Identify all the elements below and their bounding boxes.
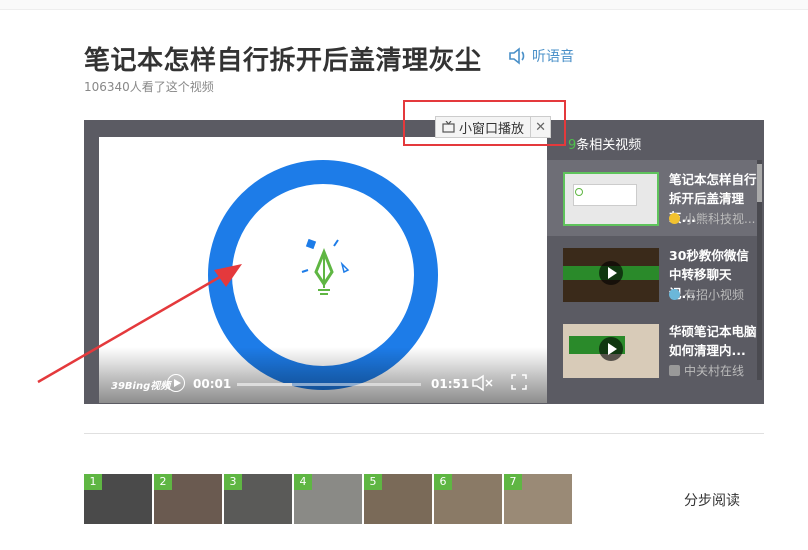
related-item-source: 小熊科技视... <box>669 210 755 227</box>
source-logo-icon <box>669 365 680 376</box>
play-button[interactable] <box>167 374 185 392</box>
annotation-box <box>403 100 566 146</box>
related-item[interactable]: 华硕笔记本电脑如何清理内... 中关村在线 <box>547 312 759 380</box>
related-thumbnail <box>563 172 659 226</box>
related-item-source-label: 中关村在线 <box>684 364 745 378</box>
fullscreen-icon[interactable] <box>511 374 527 390</box>
volume-icon[interactable] <box>471 374 495 392</box>
scrollbar-thumb[interactable] <box>757 164 762 202</box>
related-videos-header: 9条相关视频 <box>568 134 641 153</box>
related-item-title: 华硕笔记本电脑如何清理内... <box>669 324 757 358</box>
related-list: 笔记本怎样自行拆开后盖清理灰... 小熊科技视... 30秒教你微信中转移聊天记… <box>547 160 759 380</box>
step-number: 5 <box>364 474 382 490</box>
step-thumbnail[interactable]: 2 <box>154 474 222 524</box>
player-logo: 39Bing视频 <box>111 381 171 392</box>
related-item-source: 有招小视频 <box>669 286 744 303</box>
step-read-button[interactable]: 分步阅读 <box>684 490 740 510</box>
player-controls: 39Bing视频 00:01 01:51 <box>99 347 547 403</box>
speaker-icon <box>509 47 525 65</box>
related-item-source-label: 小熊科技视... <box>684 212 756 226</box>
top-border <box>0 0 808 10</box>
total-time: 01:51 <box>431 377 470 391</box>
related-item[interactable]: 30秒教你微信中转移聊天记... 有招小视频 <box>547 236 759 312</box>
step-thumbnail[interactable]: 6 <box>434 474 502 524</box>
step-thumbnail[interactable]: 4 <box>294 474 362 524</box>
related-title-text: 条相关视频 <box>576 138 642 153</box>
listen-button[interactable]: 听语音 <box>508 46 574 66</box>
progress-bar[interactable] <box>237 383 421 386</box>
step-thumbnail[interactable]: 5 <box>364 474 432 524</box>
related-scrollbar[interactable] <box>757 160 762 380</box>
video-frame[interactable]: 39Bing视频 00:01 01:51 <box>99 137 547 403</box>
progress-fill <box>237 383 293 386</box>
step-number: 6 <box>434 474 452 490</box>
step-number: 2 <box>154 474 172 490</box>
related-item[interactable]: 笔记本怎样自行拆开后盖清理灰... 小熊科技视... <box>547 160 759 236</box>
step-number: 3 <box>224 474 242 490</box>
related-thumbnail <box>563 248 659 302</box>
listen-label: 听语音 <box>532 49 574 65</box>
step-thumbnail[interactable]: 7 <box>504 474 572 524</box>
related-thumbnail <box>563 324 659 378</box>
page-title: 笔记本怎样自行拆开后盖清理灰尘 <box>84 46 482 76</box>
view-count: 106340人看了这个视频 <box>84 80 214 94</box>
step-thumbnail[interactable]: 3 <box>224 474 292 524</box>
divider <box>84 433 764 434</box>
lightbulb-icon <box>301 238 350 295</box>
source-logo-icon <box>669 289 680 300</box>
related-item-source-label: 有招小视频 <box>684 288 745 302</box>
step-thumbnails: 1 2 3 4 5 6 7 <box>84 474 572 524</box>
current-time: 00:01 <box>193 377 232 391</box>
step-number: 1 <box>84 474 102 490</box>
related-item-source: 中关村在线 <box>669 362 744 379</box>
step-number: 7 <box>504 474 522 490</box>
step-thumbnail[interactable]: 1 <box>84 474 152 524</box>
step-number: 4 <box>294 474 312 490</box>
bear-icon <box>669 213 680 224</box>
